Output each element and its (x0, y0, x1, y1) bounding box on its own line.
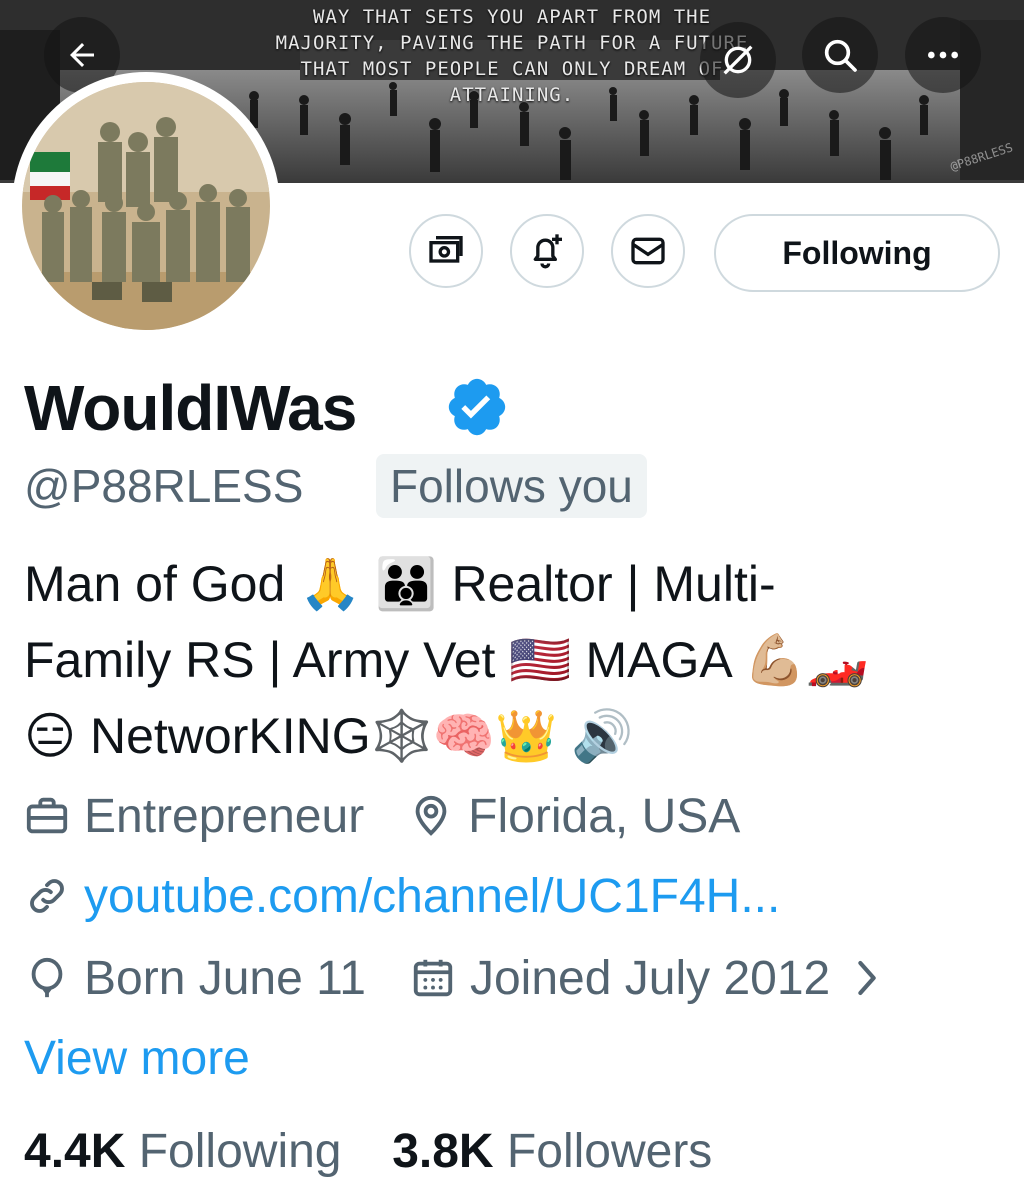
envelope-icon (631, 237, 665, 265)
grok-button[interactable] (700, 22, 776, 98)
avatar-photo (22, 82, 270, 330)
followers-count: 3.8K (392, 1125, 494, 1178)
location-text: Florida, USA (468, 789, 741, 843)
bio: Man of God 🙏 👪 Realtor | Multi- Family R… (24, 546, 1004, 774)
avatar[interactable] (12, 72, 280, 340)
balloon-icon (31, 957, 63, 998)
following-label: Following (138, 1125, 342, 1178)
following-stat[interactable]: 4.4K Following (24, 1125, 355, 1178)
bio-line: 😑 NetworKING🕸️🧠👑 🔊 (24, 708, 634, 764)
joined[interactable]: Joined July 2012 (410, 951, 882, 1006)
tip-icon (429, 236, 463, 263)
follows-you-badge: Follows you (376, 454, 647, 518)
more-button[interactable] (905, 17, 981, 93)
birthday-text: Born June 11 (84, 951, 366, 1005)
location: Florida, USA (408, 789, 740, 844)
arrow-left-icon (70, 43, 94, 67)
view-more-link[interactable]: View more (24, 1028, 250, 1090)
meta-row-dates: Born June 11 Joined July 2012 (24, 946, 882, 1010)
profession-text: Entrepreneur (84, 789, 365, 843)
link-icon (30, 879, 64, 913)
follow-stats: 4.4K Following 3.8K Followers (24, 1120, 712, 1184)
chevron-right-icon (858, 960, 877, 996)
tip-button[interactable] (409, 214, 483, 288)
location-pin-icon (415, 795, 447, 836)
following-button[interactable]: Following (714, 214, 1000, 292)
website-link[interactable]: youtube.com/channel/UC1F4H... (84, 869, 780, 924)
more-icon (928, 51, 958, 59)
website-row[interactable]: youtube.com/channel/UC1F4H... (24, 864, 780, 928)
calendar-icon (413, 959, 453, 997)
bio-line: Man of God 🙏 👪 Realtor | Multi- (24, 556, 776, 612)
message-button[interactable] (611, 214, 685, 288)
birthday: Born June 11 (24, 951, 366, 1006)
bell-plus-icon (533, 234, 562, 269)
search-button[interactable] (802, 17, 878, 93)
grok-icon (723, 45, 753, 75)
profession: Entrepreneur (24, 789, 364, 844)
joined-text: Joined July 2012 (469, 951, 831, 1005)
followers-label: Followers (506, 1125, 713, 1178)
search-icon (824, 39, 857, 72)
followers-stat[interactable]: 3.8K Followers (392, 1125, 712, 1178)
notify-button[interactable] (510, 214, 584, 288)
briefcase-icon (26, 797, 68, 834)
bio-line: Family RS | Army Vet 🇺🇸 MAGA 💪🏼🏎️ (24, 632, 869, 688)
display-name: WouldIWas (24, 372, 357, 444)
meta-row-profession-location: Entrepreneur Florida, USA (24, 784, 740, 848)
handle: @P88RLESS (24, 460, 304, 512)
verified-badge-icon[interactable] (444, 374, 510, 440)
following-count: 4.4K (24, 1125, 126, 1178)
